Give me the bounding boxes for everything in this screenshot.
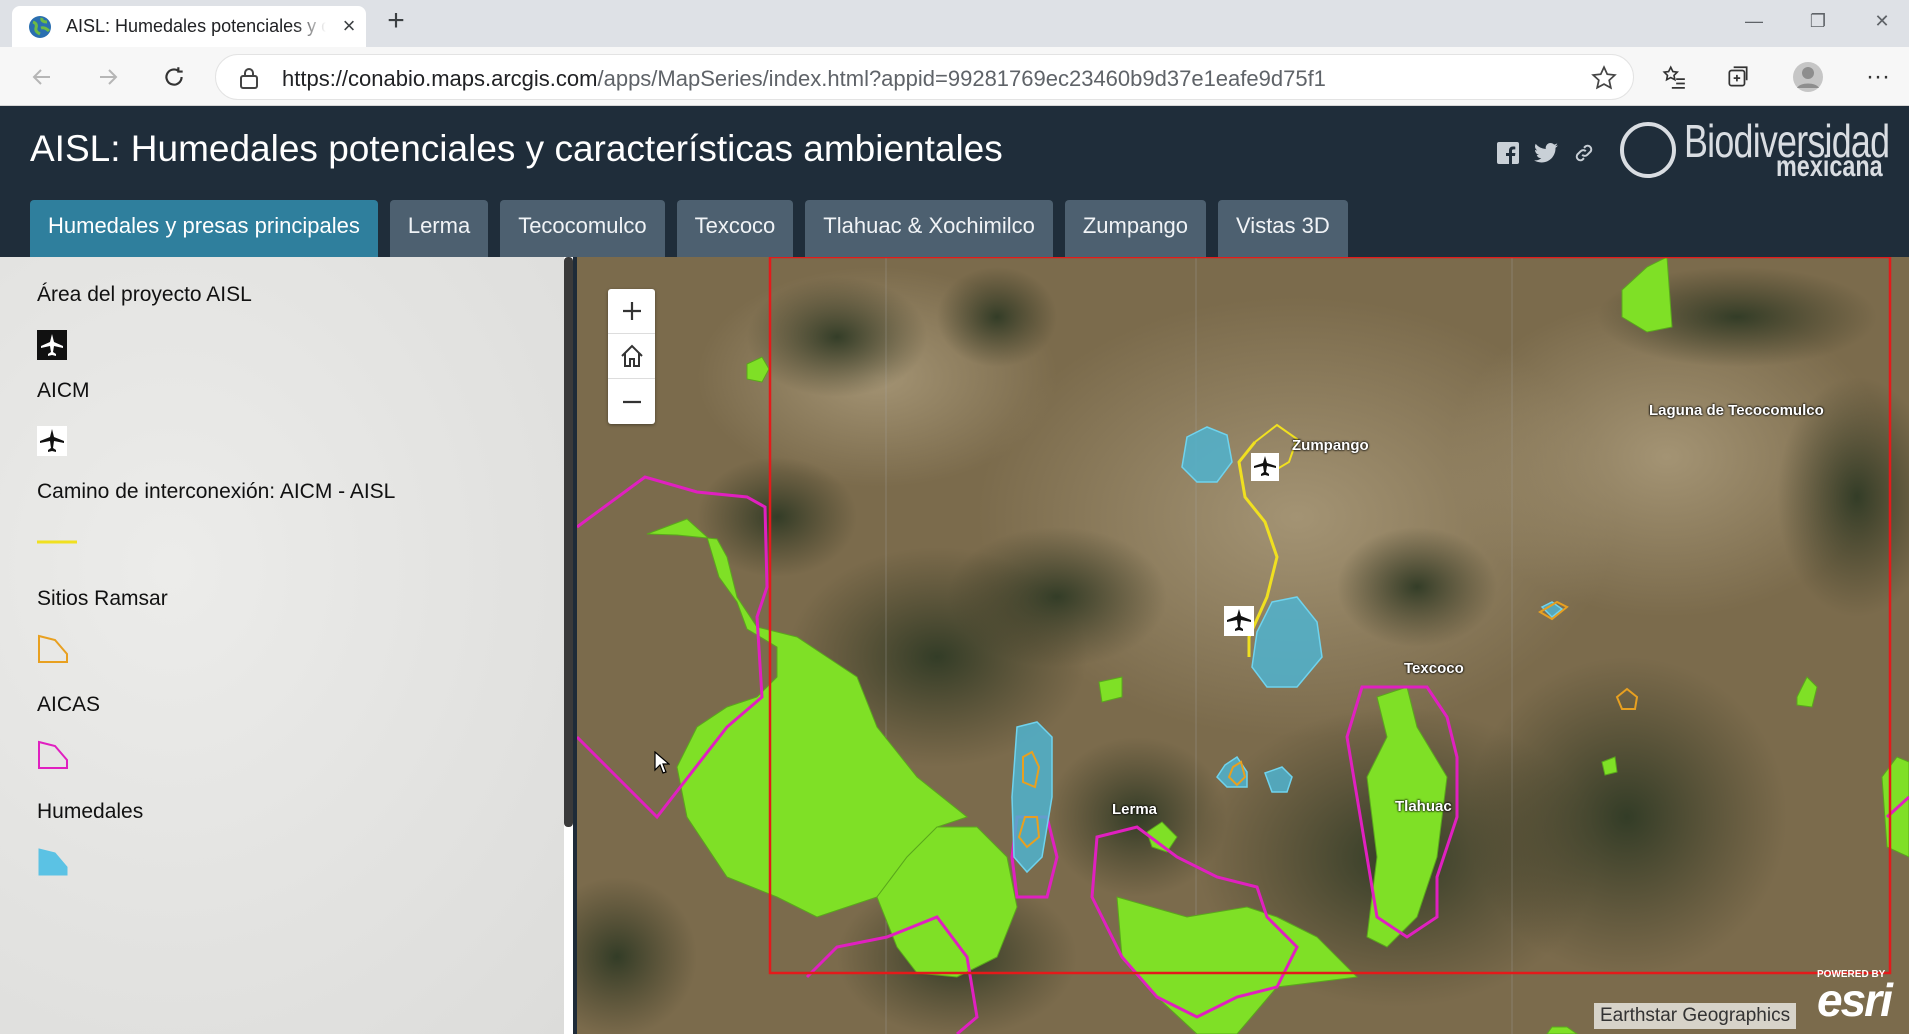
browser-toolbar: https://conabio.maps.arcgis.com/apps/Map… xyxy=(0,47,1909,106)
airplane-dark-icon xyxy=(37,330,67,360)
browser-tabbar: AISL: Humedales potenciales y caracterís… xyxy=(0,0,1909,47)
satellite-basemap xyxy=(577,257,1909,1034)
url-text: https://conabio.maps.arcgis.com/apps/Map… xyxy=(282,66,1326,92)
tab-lerma[interactable]: Lerma xyxy=(389,200,489,257)
legend-panel: Área del proyecto AISL AICM Camino de in… xyxy=(0,257,573,1034)
esri-logo-text: esri xyxy=(1817,974,1893,1026)
legend-label: Camino de interconexión: AICM - AISL xyxy=(37,480,396,503)
legend-item-humedales: Humedales xyxy=(37,800,143,882)
legend-label: AICAS xyxy=(37,693,101,716)
legend-label: Humedales xyxy=(37,800,144,823)
map-series-tabs: Humedales y presas principales Lerma Tec… xyxy=(30,200,1348,257)
tab-zumpango[interactable]: Zumpango xyxy=(1064,200,1207,257)
magenta-polygon-symbol xyxy=(38,740,68,769)
map-label-lerma: Lerma xyxy=(1112,801,1158,818)
legend-scrollbar-thumb[interactable] xyxy=(564,257,573,827)
legend-item-camino: Camino de interconexión: AICM - AISL xyxy=(37,480,395,562)
restore-icon[interactable]: ❐ xyxy=(1798,6,1838,36)
page-title: AISL: Humedales potenciales y caracterís… xyxy=(30,128,1003,169)
zoom-out-button[interactable] xyxy=(608,379,655,424)
app-header: AISL: Humedales potenciales y caracterís… xyxy=(0,106,1909,257)
zoom-controls xyxy=(608,289,655,424)
profile-avatar-icon[interactable] xyxy=(1790,59,1826,95)
forward-icon[interactable] xyxy=(90,59,126,95)
legend-label: AICM xyxy=(37,379,90,402)
home-icon xyxy=(620,344,643,367)
favorite-star-icon[interactable] xyxy=(1591,65,1617,91)
map-view[interactable]: Laguna de Tecocomulco Zumpango Texcoco L… xyxy=(577,257,1909,1034)
tab-vistas-3d[interactable]: Vistas 3D xyxy=(1218,200,1348,257)
browser-tab[interactable]: AISL: Humedales potenciales y caracterís… xyxy=(12,6,366,47)
map-attribution[interactable]: Earthstar Geographics xyxy=(1594,1003,1797,1029)
mouse-cursor-icon xyxy=(654,751,670,774)
orange-polygon-symbol xyxy=(38,634,68,663)
legend-item-aicas: AICAS xyxy=(37,693,100,775)
link-icon[interactable] xyxy=(1571,140,1597,166)
map-label-texcoco: Texcoco xyxy=(1404,660,1464,677)
biodiversidad-logo: Biodiversidad mexicana xyxy=(1620,115,1890,183)
favorites-list-icon[interactable] xyxy=(1656,59,1692,95)
new-tab-icon[interactable]: + xyxy=(380,6,412,38)
legend-label: Área del proyecto AISL xyxy=(37,283,252,306)
plus-icon xyxy=(622,302,641,320)
facebook-icon[interactable] xyxy=(1495,140,1521,166)
airplane-icon xyxy=(37,426,67,456)
tab-texcoco[interactable]: Texcoco xyxy=(676,200,794,257)
browser-tab-title: AISL: Humedales potenciales y caracterís… xyxy=(66,16,326,36)
url-host: https://conabio.maps.arcgis.com xyxy=(282,66,598,91)
tab-humedales[interactable]: Humedales y presas principales xyxy=(30,200,378,257)
home-button[interactable] xyxy=(608,334,655,379)
tab-tecocomulco[interactable]: Tecocomulco xyxy=(500,200,665,257)
biodiversidad-logo-mark xyxy=(1620,122,1676,178)
map-label-tecocomulco: Laguna de Tecocomulco xyxy=(1649,402,1824,419)
esri-logo[interactable]: POWERED BY esri xyxy=(1817,969,1893,1026)
aicm-airport-icon[interactable] xyxy=(1224,606,1254,636)
blue-polygon-symbol xyxy=(38,848,68,876)
minimize-icon[interactable]: — xyxy=(1734,6,1774,36)
logo-subtext: mexicana xyxy=(1776,150,1883,183)
close-window-icon[interactable]: ✕ xyxy=(1862,6,1902,36)
minus-icon xyxy=(622,400,641,403)
yellow-line-symbol xyxy=(37,540,77,544)
address-bar[interactable]: https://conabio.maps.arcgis.com/apps/Map… xyxy=(215,54,1634,100)
legend-item-aicm: AICM xyxy=(37,379,90,461)
close-tab-icon[interactable]: × xyxy=(338,15,360,37)
lock-icon xyxy=(240,68,258,89)
legend-label: Sitios Ramsar xyxy=(37,587,168,610)
share-icons xyxy=(1495,140,1597,166)
collections-icon[interactable] xyxy=(1720,59,1756,95)
legend-item-area-aisl: Área del proyecto AISL xyxy=(37,283,252,365)
aisl-airport-icon[interactable] xyxy=(1251,453,1279,481)
more-menu-icon[interactable]: ··· xyxy=(1860,59,1896,95)
zoom-in-button[interactable] xyxy=(608,289,655,334)
map-label-tlahuac: Tlahuac xyxy=(1395,798,1452,815)
legend-item-ramsar: Sitios Ramsar xyxy=(37,587,168,669)
tab-tlahuac-xochimilco[interactable]: Tlahuac & Xochimilco xyxy=(805,200,1053,257)
url-path: /apps/MapSeries/index.html?appid=9928176… xyxy=(597,66,1326,91)
map-label-zumpango: Zumpango xyxy=(1292,437,1369,454)
globe-icon xyxy=(29,16,51,38)
reload-icon[interactable] xyxy=(156,59,192,95)
back-icon[interactable] xyxy=(24,59,60,95)
twitter-icon[interactable] xyxy=(1533,140,1559,166)
